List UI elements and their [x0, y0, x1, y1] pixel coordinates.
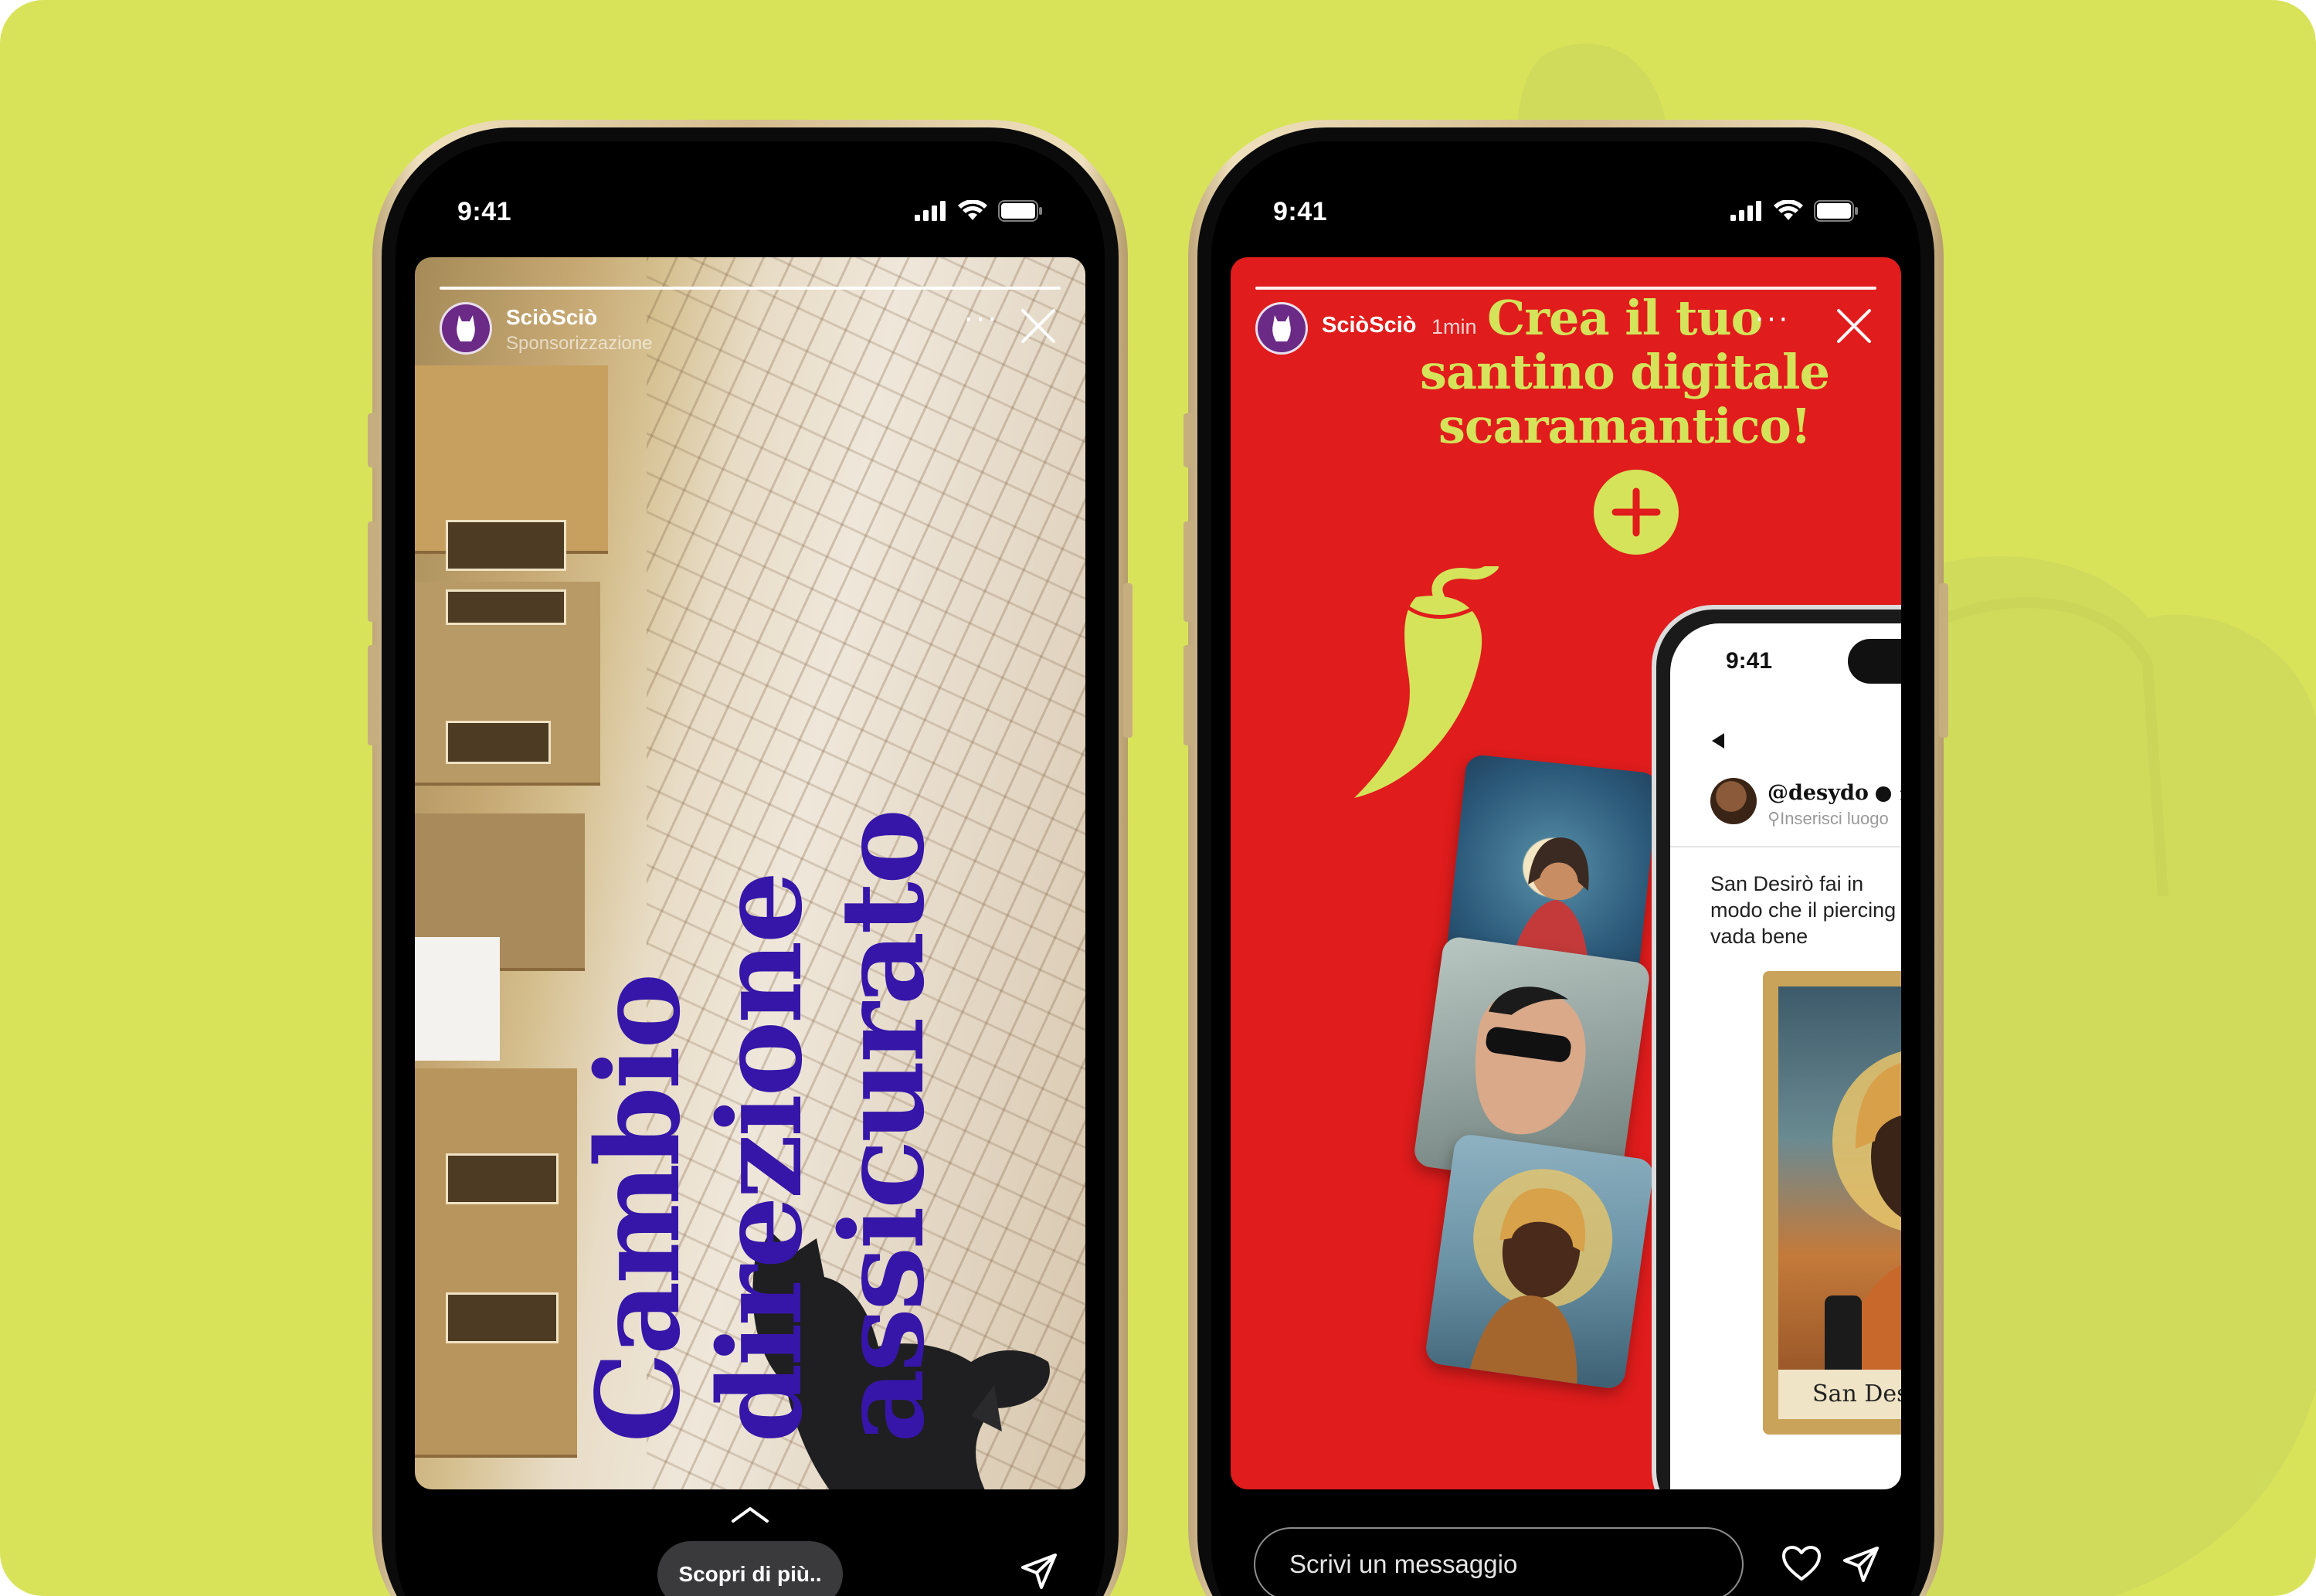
building	[415, 1068, 577, 1458]
phone-bezel: 9:41 Crea il tuo santino digitale scaram…	[1197, 127, 1934, 1596]
inner-location-text: Inserisci luogo	[1780, 809, 1889, 828]
avatar[interactable]	[440, 302, 492, 355]
heart-icon[interactable]	[1781, 1545, 1822, 1582]
side-button	[1123, 583, 1133, 738]
wifi-icon	[1774, 200, 1803, 220]
plus-icon	[1611, 487, 1661, 537]
handle-badge-count: 11	[1899, 787, 1901, 803]
canvas: 9:41 Cambio direzione assicurato SciòSci…	[0, 0, 2316, 1596]
cat-logo-icon	[1272, 315, 1291, 341]
headline-line-2: direzione	[693, 874, 827, 1443]
window	[446, 1153, 559, 1204]
more-icon[interactable]: ···	[963, 301, 999, 335]
phone-right: 9:41 Crea il tuo santino digitale scaram…	[1183, 120, 1948, 1596]
battery-icon	[998, 200, 1042, 222]
dynamic-island	[661, 184, 839, 236]
side-button	[368, 413, 377, 467]
signal-icon	[915, 201, 946, 221]
status-icons	[915, 200, 1043, 222]
inner-dynamic-island	[1848, 639, 1901, 684]
battery-icon	[1814, 200, 1858, 222]
avatar[interactable]	[1255, 302, 1308, 355]
send-icon[interactable]	[1842, 1545, 1880, 1584]
location-pin-icon: ⚲	[1768, 809, 1781, 828]
saint-figure	[1469, 1169, 1613, 1384]
dynamic-island	[1477, 184, 1655, 236]
story-username[interactable]: SciòSciò	[1322, 313, 1417, 338]
learn-more-button[interactable]: Scopri di più..	[657, 1541, 843, 1596]
inner-status-time: 9:41	[1726, 648, 1773, 674]
story-header: SciòSciò Sponsorizzazione ···	[440, 301, 1061, 364]
phone-screen: 9:41 Cambio direzione assicurato SciòSci…	[396, 141, 1105, 1596]
close-icon[interactable]	[1019, 307, 1058, 345]
sponsored-label: Sponsorizzazione	[506, 333, 653, 354]
headline-line-1: Cambio	[571, 976, 705, 1443]
signal-icon	[1730, 201, 1761, 221]
wifi-icon	[958, 200, 987, 220]
divider	[1670, 846, 1901, 847]
window	[446, 520, 566, 571]
side-button	[1183, 413, 1193, 467]
santino-image	[1778, 986, 1901, 1419]
inner-phone-screen: 9:41 @desydo 11 ⚲Inserisci luogo San Des…	[1670, 623, 1901, 1489]
back-arrow-icon[interactable]	[1710, 732, 1726, 750]
phone-screen: 9:41 Crea il tuo santino digitale scaram…	[1211, 141, 1920, 1596]
status-time: 9:41	[1273, 197, 1328, 226]
window	[446, 721, 551, 764]
inner-avatar	[1710, 778, 1757, 824]
window	[446, 589, 566, 625]
side-button	[368, 521, 377, 622]
santino-caption: San Desirò	[1778, 1370, 1901, 1419]
sky-gap	[415, 937, 500, 1061]
more-icon[interactable]: ···	[1754, 301, 1790, 335]
inner-handle: @desydo 11	[1768, 781, 1901, 805]
story-progress-bar	[440, 287, 1061, 290]
chevron-up-icon[interactable]	[730, 1506, 770, 1524]
status-bar: 9:41	[1211, 141, 1920, 236]
story-username[interactable]: SciòSciò	[506, 305, 597, 330]
story-headline: Cambio direzione assicurato	[571, 811, 949, 1443]
story-media[interactable]: Crea il tuo santino digitale scaramantic…	[1231, 257, 1901, 1489]
close-icon[interactable]	[1835, 307, 1873, 345]
phone-bezel: 9:41 Cambio direzione assicurato SciòSci…	[382, 127, 1119, 1596]
phone-left: 9:41 Cambio direzione assicurato SciòSci…	[368, 120, 1133, 1596]
window	[446, 1292, 559, 1343]
saint-card-3	[1424, 1132, 1655, 1391]
send-icon[interactable]	[1020, 1552, 1058, 1591]
status-icons	[1730, 200, 1859, 222]
handle-badge-icon	[1876, 786, 1892, 802]
story-progress-bar	[1255, 287, 1876, 290]
status-bar: 9:41	[396, 141, 1105, 236]
headline-line-3: assicurato	[815, 811, 949, 1443]
side-button	[368, 645, 377, 745]
side-button	[1183, 645, 1193, 745]
inner-location: ⚲Inserisci luogo	[1768, 809, 1889, 829]
side-button	[1939, 583, 1948, 738]
status-time: 9:41	[457, 197, 512, 226]
add-button[interactable]	[1594, 470, 1679, 555]
saint-figure	[1825, 1051, 1901, 1419]
santino-card: San Desirò	[1763, 971, 1901, 1435]
story-media[interactable]: Cambio direzione assicurato SciòSciò Spo…	[415, 257, 1085, 1489]
inner-handle-text: @desydo	[1768, 781, 1869, 805]
cat-logo-icon	[457, 315, 475, 341]
message-input[interactable]: Scrivi un messaggio	[1254, 1527, 1744, 1596]
story-header: SciòSciò 1min ···	[1255, 301, 1876, 364]
story-time-ago: 1min	[1431, 315, 1477, 338]
side-button	[1183, 521, 1193, 622]
inner-caption: San Desirò fai in modo che il piercing v…	[1710, 872, 1897, 948]
inner-phone-mockup: 9:41 @desydo 11 ⚲Inserisci luogo San Des…	[1652, 605, 1901, 1489]
